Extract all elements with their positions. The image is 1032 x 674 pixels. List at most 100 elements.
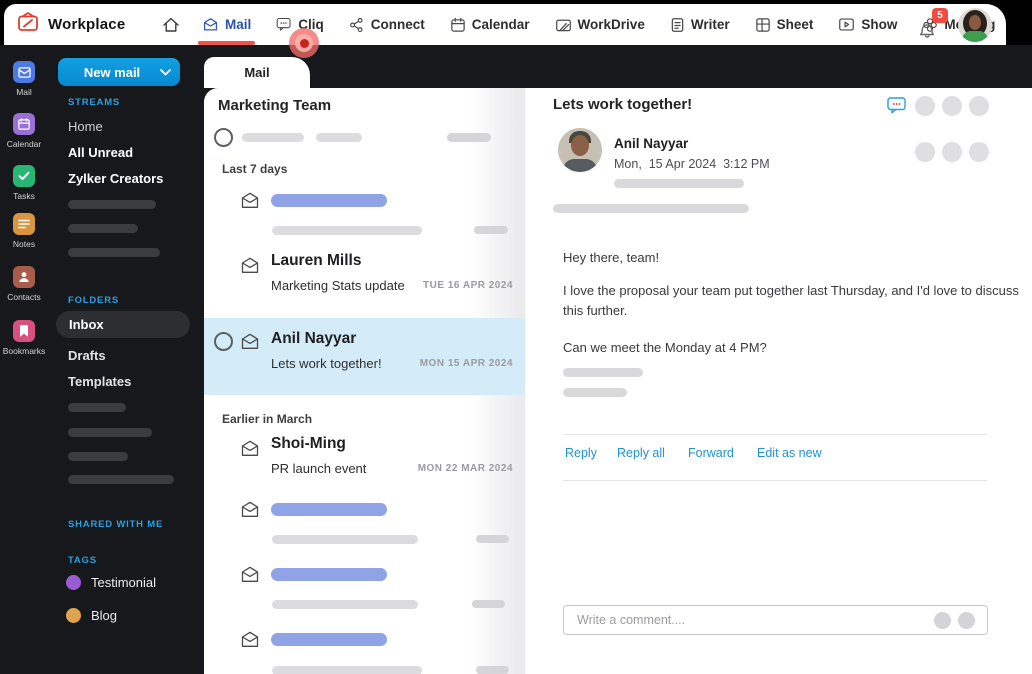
- rail-item-tasks[interactable]: Tasks: [0, 165, 48, 201]
- mail-content-area: Marketing Team Last 7 days Lauren Mills …: [204, 88, 1032, 674]
- app-rail: Mail Calendar Tasks Notes Contacts Bookm…: [0, 45, 48, 674]
- nav-item-calendar[interactable]: Calendar: [450, 4, 530, 45]
- nav-item-connect[interactable]: Connect: [349, 4, 425, 45]
- sidebar-item-home[interactable]: Home: [68, 119, 103, 134]
- tag-item-testimonial[interactable]: Testimonial: [66, 575, 156, 590]
- forward-link[interactable]: Forward: [688, 446, 734, 460]
- streams-section-label: STREAMS: [68, 97, 121, 108]
- skeleton-bar: [68, 428, 152, 437]
- comments-icon[interactable]: [887, 97, 907, 120]
- new-mail-button[interactable]: New mail: [58, 58, 180, 86]
- tag-color-dot: [66, 608, 81, 623]
- nav-item-workdrive[interactable]: WorkDrive: [555, 4, 645, 45]
- tab-mail[interactable]: Mail: [204, 57, 310, 88]
- message-action-button[interactable]: [915, 142, 935, 162]
- skeleton-bar: [272, 600, 418, 609]
- app-switcher: Mail Cliq Connect Calendar WorkDrive Wri…: [197, 4, 995, 45]
- tag-item-blog[interactable]: Blog: [66, 608, 117, 623]
- body-paragraph: Hey there, team!: [563, 250, 660, 265]
- nav-item-mail[interactable]: Mail: [197, 4, 256, 45]
- skeleton-bar: [476, 666, 509, 674]
- mail-subject: Marketing Stats update: [271, 278, 405, 293]
- rail-item-contacts[interactable]: Contacts: [0, 266, 48, 302]
- calendar-icon: [451, 17, 465, 32]
- mail-app-icon: [13, 61, 35, 83]
- notes-app-icon: [13, 213, 35, 235]
- message-checkbox[interactable]: [214, 332, 233, 351]
- nav-item-show[interactable]: Show: [838, 4, 897, 45]
- zoho-logo-icon[interactable]: [16, 10, 40, 39]
- reply-all-link[interactable]: Reply all: [617, 446, 665, 460]
- nav-right-cluster: 5: [918, 4, 992, 45]
- toolbar-action-button[interactable]: [969, 96, 989, 116]
- skeleton-bar: [553, 204, 749, 213]
- comment-tool-button[interactable]: [958, 612, 975, 629]
- mail-open-icon: [240, 500, 260, 519]
- mail-open-icon: [240, 332, 260, 351]
- message-action-button[interactable]: [942, 142, 962, 162]
- sheet-icon: [755, 17, 770, 32]
- message-action-button[interactable]: [969, 142, 989, 162]
- nav-item-sheet[interactable]: Sheet: [755, 4, 813, 45]
- notifications-button[interactable]: 5: [918, 7, 948, 38]
- skeleton-bar: [474, 226, 508, 234]
- edit-as-new-link[interactable]: Edit as new: [757, 446, 822, 460]
- skeleton-bar: [563, 388, 627, 397]
- skeleton-bar: [68, 475, 174, 484]
- comment-input[interactable]: [577, 606, 877, 634]
- skeleton-bar: [447, 133, 491, 142]
- skeleton-bar: [272, 226, 422, 235]
- sidebar-item-drafts[interactable]: Drafts: [68, 348, 106, 363]
- skeleton-bar: [68, 452, 128, 461]
- user-avatar[interactable]: [958, 7, 992, 42]
- sender-name: Lauren Mills: [271, 252, 362, 269]
- skeleton-bar: [271, 503, 387, 516]
- brand-name: Workplace: [48, 16, 126, 33]
- sidebar-item-zylker-creators[interactable]: Zylker Creators: [68, 171, 163, 186]
- skeleton-bar: [271, 633, 387, 646]
- mail-open-icon: [240, 630, 260, 649]
- comment-tool-button[interactable]: [934, 612, 951, 629]
- reading-pane: Lets work together! Anil Nayyar Mon, 15 …: [525, 88, 1032, 674]
- skeleton-bar: [476, 535, 509, 543]
- mail-list-item-selected[interactable]: Anil Nayyar Lets work together! MON 15 A…: [204, 318, 525, 395]
- select-all-checkbox[interactable]: [214, 128, 233, 147]
- skeleton-bar: [614, 179, 744, 188]
- sender-name: Anil Nayyar: [271, 330, 357, 347]
- skeleton-bar: [316, 133, 362, 142]
- skeleton-bar: [68, 200, 156, 209]
- rail-item-calendar[interactable]: Calendar: [0, 113, 48, 149]
- mail-open-icon: [240, 256, 260, 275]
- sidebar-item-all-unread[interactable]: All Unread: [68, 145, 133, 160]
- reply-link[interactable]: Reply: [565, 446, 597, 460]
- skeleton-bar: [563, 368, 643, 377]
- sidebar-item-templates[interactable]: Templates: [68, 374, 131, 389]
- tasks-app-icon: [13, 165, 35, 187]
- message-subject: Lets work together!: [553, 96, 693, 113]
- skeleton-bar: [68, 248, 160, 257]
- mail-list-item[interactable]: [204, 240, 525, 310]
- contacts-app-icon: [13, 266, 35, 288]
- rail-item-bookmarks[interactable]: Bookmarks: [0, 320, 48, 356]
- sidebar-item-inbox[interactable]: Inbox: [56, 311, 190, 338]
- divider: [563, 480, 987, 481]
- toolbar-action-button[interactable]: [942, 96, 962, 116]
- home-icon[interactable]: [161, 15, 181, 35]
- connect-icon: [349, 17, 363, 32]
- cursor-click-indicator: [289, 28, 319, 58]
- message-datetime: Mon, 15 Apr 2024 3:12 PM: [614, 157, 770, 171]
- tag-color-dot: [66, 575, 81, 590]
- sender-avatar: [558, 128, 602, 172]
- skeleton-bar: [271, 568, 387, 581]
- rail-item-notes[interactable]: Notes: [0, 213, 48, 249]
- toolbar-action-button[interactable]: [915, 96, 935, 116]
- mail-open-icon: [240, 439, 260, 458]
- divider: [563, 434, 987, 435]
- mail-date: MON 22 MAR 2024: [417, 463, 513, 474]
- tags-section-label: TAGS: [68, 555, 97, 566]
- mail-open-icon: [240, 565, 260, 584]
- rail-item-mail[interactable]: Mail: [0, 61, 48, 97]
- nav-item-writer[interactable]: Writer: [670, 4, 730, 45]
- skeleton-bar: [272, 666, 422, 674]
- writer-icon: [671, 17, 684, 32]
